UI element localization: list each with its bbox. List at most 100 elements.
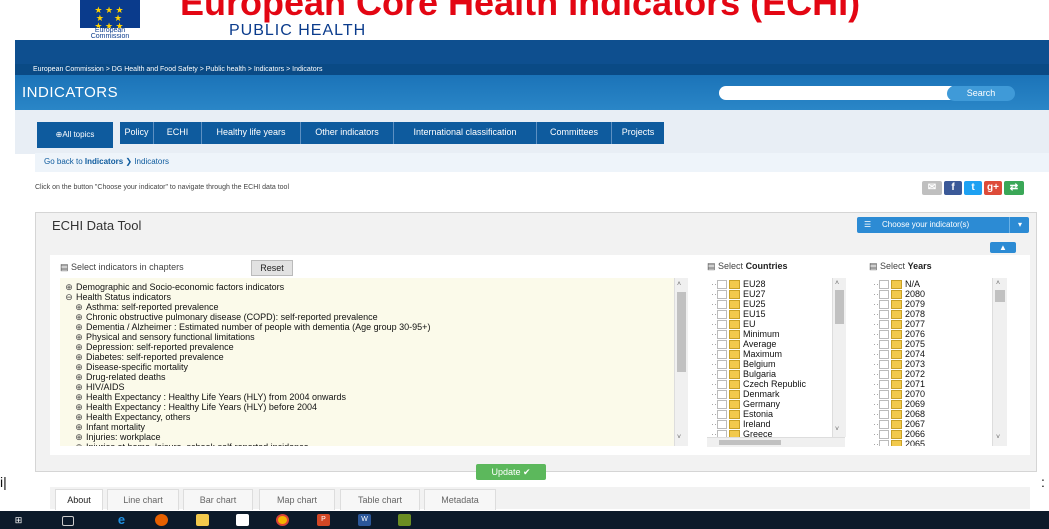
checkbox[interactable] bbox=[717, 330, 727, 340]
tree-item[interactable]: ⊕ Disease-specific mortality bbox=[72, 362, 188, 372]
tab-policy[interactable]: Policy bbox=[120, 122, 154, 144]
tab-international-classification[interactable]: International classification bbox=[394, 122, 537, 144]
country-item[interactable]: ·· Denmark bbox=[711, 389, 780, 400]
tree-item[interactable]: ⊕ Health Expectancy, others bbox=[72, 412, 190, 422]
tab-committees[interactable]: Committees bbox=[537, 122, 612, 144]
expand-node-icon[interactable]: ⊕ bbox=[72, 432, 86, 442]
edge-icon[interactable]: e bbox=[115, 513, 128, 526]
checkbox[interactable] bbox=[879, 420, 889, 430]
scroll-down-icon[interactable]: ˅ bbox=[996, 434, 1000, 441]
year-item[interactable]: ·· 2067 bbox=[873, 419, 925, 430]
tab-other-indicators[interactable]: Other indicators bbox=[301, 122, 394, 144]
country-item[interactable]: ·· EU bbox=[711, 319, 756, 330]
countries-hscrollbar[interactable] bbox=[707, 437, 845, 447]
country-item[interactable]: ·· Belgium bbox=[711, 359, 776, 370]
all-topics-button[interactable]: ⊕All topics bbox=[37, 122, 113, 148]
tab-metadata[interactable]: Metadata bbox=[424, 489, 496, 510]
expand-node-icon[interactable]: ⊕ bbox=[72, 322, 86, 332]
checkbox[interactable] bbox=[717, 430, 727, 437]
tree-item[interactable]: ⊕ Diabetes: self-reported prevalence bbox=[72, 352, 223, 362]
country-item[interactable]: ·· EU27 bbox=[711, 289, 766, 300]
country-item[interactable]: ·· EU25 bbox=[711, 299, 766, 310]
expand-node-icon[interactable]: ⊕ bbox=[72, 382, 86, 392]
checkbox[interactable] bbox=[879, 290, 889, 300]
scroll-up-icon[interactable]: ˄ bbox=[677, 281, 681, 288]
choose-indicators-button[interactable]: ☰ Choose your indicator(s) ▾ bbox=[857, 217, 1029, 233]
scroll-up-icon[interactable]: ˄ bbox=[835, 280, 839, 287]
checkbox[interactable] bbox=[879, 440, 889, 446]
checkbox[interactable] bbox=[879, 310, 889, 320]
checkbox[interactable] bbox=[717, 360, 727, 370]
year-item[interactable]: ·· 2069 bbox=[873, 399, 925, 410]
year-item[interactable]: ·· 2072 bbox=[873, 369, 925, 380]
tab-line-chart[interactable]: Line chart bbox=[107, 489, 179, 510]
country-item[interactable]: ·· Maximum bbox=[711, 349, 782, 360]
checkbox[interactable] bbox=[717, 350, 727, 360]
countries-scroll-thumb[interactable] bbox=[835, 290, 844, 324]
checkbox[interactable] bbox=[717, 340, 727, 350]
twitter-icon[interactable]: t bbox=[964, 181, 982, 195]
google-plus-icon[interactable]: g+ bbox=[984, 181, 1002, 195]
expand-node-icon[interactable]: ⊕ bbox=[72, 302, 86, 312]
store-icon[interactable] bbox=[236, 514, 249, 526]
task-view-icon[interactable] bbox=[62, 516, 74, 526]
file-explorer-icon[interactable] bbox=[196, 514, 209, 526]
firefox-icon[interactable] bbox=[155, 514, 168, 526]
tree-item[interactable]: ⊕ Infant mortality bbox=[72, 422, 145, 432]
year-item[interactable]: ·· 2073 bbox=[873, 359, 925, 370]
expand-node-icon[interactable]: ⊕ bbox=[72, 442, 86, 446]
year-item[interactable]: ·· 2070 bbox=[873, 389, 925, 400]
update-button[interactable]: Update ✔ bbox=[476, 464, 546, 480]
search-input[interactable] bbox=[719, 86, 957, 100]
expand-node-icon[interactable]: ⊕ bbox=[72, 332, 86, 342]
collapse-node-icon[interactable]: ⊖ bbox=[62, 292, 76, 302]
year-item[interactable]: ·· 2079 bbox=[873, 299, 925, 310]
chrome-icon[interactable] bbox=[276, 514, 289, 526]
expand-node-icon[interactable]: ⊕ bbox=[72, 372, 86, 382]
tree-item[interactable]: ⊕ Physical and sensory functional limitat… bbox=[72, 332, 254, 342]
tab-about[interactable]: About bbox=[55, 489, 103, 510]
country-item[interactable]: ·· EU15 bbox=[711, 309, 766, 320]
tree-item[interactable]: ⊕ Health Expectancy : Healthy Life Years … bbox=[72, 402, 317, 412]
checkbox[interactable] bbox=[879, 370, 889, 380]
year-item[interactable]: ·· 2068 bbox=[873, 409, 925, 420]
tree-item[interactable]: ⊖ Health Status indicators bbox=[62, 292, 171, 302]
years-scroll-thumb[interactable] bbox=[995, 290, 1005, 302]
country-item[interactable]: ·· Czech Republic bbox=[711, 379, 806, 390]
country-item[interactable]: ·· Greece bbox=[711, 429, 773, 437]
checkbox[interactable] bbox=[717, 290, 727, 300]
expand-node-icon[interactable]: ⊕ bbox=[72, 392, 86, 402]
checkbox[interactable] bbox=[717, 310, 727, 320]
year-item[interactable]: ·· 2066 bbox=[873, 429, 925, 440]
tree-scrollbar[interactable]: ˄ ˅ bbox=[674, 278, 688, 446]
years-list[interactable]: ·· N/A ·· 2080 ·· 2079 ·· 2078 ·· 2077 ·· 2076 ·· 207… bbox=[869, 278, 992, 446]
search-button[interactable]: Search bbox=[947, 86, 1015, 101]
year-item[interactable]: ·· 2080 bbox=[873, 289, 925, 300]
checkbox[interactable] bbox=[879, 320, 889, 330]
reset-button[interactable]: Reset bbox=[251, 260, 293, 276]
checkbox[interactable] bbox=[879, 390, 889, 400]
tree-scroll-thumb[interactable] bbox=[677, 292, 686, 372]
year-item[interactable]: ·· 2065 bbox=[873, 439, 925, 446]
country-item[interactable]: ·· Minimum bbox=[711, 329, 780, 340]
checkbox[interactable] bbox=[717, 390, 727, 400]
eu-commission-logo[interactable]: ★ ★ ★ ★ ★ ★ ★ ★ European Commission bbox=[80, 0, 140, 40]
country-item[interactable]: ·· EU28 bbox=[711, 279, 766, 290]
share-icon[interactable]: ⇄ bbox=[1004, 181, 1024, 195]
scroll-down-icon[interactable]: ˅ bbox=[835, 426, 839, 433]
checkbox[interactable] bbox=[879, 300, 889, 310]
tab-projects[interactable]: Projects bbox=[612, 122, 664, 144]
country-item[interactable]: ·· Germany bbox=[711, 399, 780, 410]
countries-list[interactable]: ·· EU28 ·· EU27 ·· EU25 ·· EU15 ·· EU ·· Minimum ·· A… bbox=[707, 278, 832, 437]
checkbox[interactable] bbox=[879, 380, 889, 390]
year-item[interactable]: ·· 2074 bbox=[873, 349, 925, 360]
country-item[interactable]: ·· Ireland bbox=[711, 419, 771, 430]
checkbox[interactable] bbox=[717, 370, 727, 380]
country-item[interactable]: ·· Average bbox=[711, 339, 776, 350]
tree-item[interactable]: ⊕ Asthma: self-reported prevalence bbox=[72, 302, 218, 312]
expand-node-icon[interactable]: ⊕ bbox=[72, 312, 86, 322]
checkbox[interactable] bbox=[717, 420, 727, 430]
countries-hscroll-thumb[interactable] bbox=[719, 440, 781, 445]
tab-table-chart[interactable]: Table chart bbox=[340, 489, 420, 510]
expand-node-icon[interactable]: ⊕ bbox=[72, 402, 86, 412]
